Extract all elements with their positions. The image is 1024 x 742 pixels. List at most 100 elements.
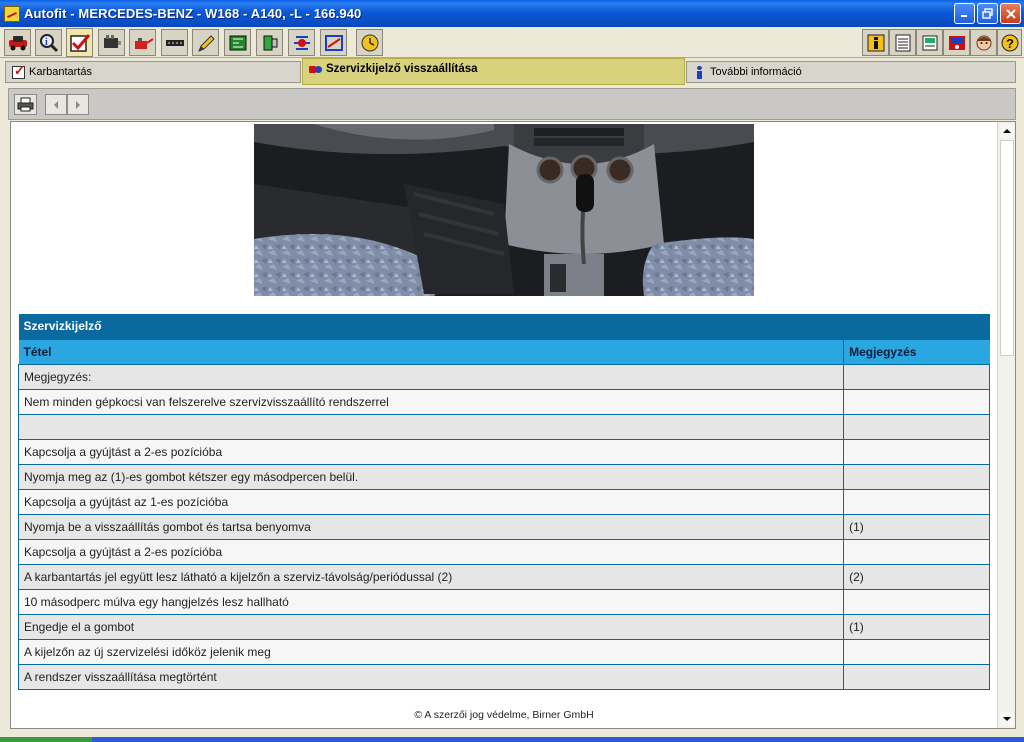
document-icon <box>922 35 937 50</box>
list-icon <box>895 34 910 51</box>
svg-text:?: ? <box>1006 36 1014 51</box>
belt-icon <box>165 39 184 46</box>
search-info-icon: i <box>39 33 58 52</box>
tab-label: Karbantartás <box>29 66 92 78</box>
back-button[interactable] <box>45 94 67 115</box>
row-note-cell <box>843 389 990 415</box>
document-button[interactable] <box>916 29 943 56</box>
car-icon <box>8 35 27 50</box>
info-icon <box>693 65 706 79</box>
row-note-cell <box>843 539 990 565</box>
table-header-row: Tétel Megjegyzés <box>18 338 990 365</box>
table-row: Kapcsolja a gyújtást az 1-es pozícióba <box>17 489 990 515</box>
row-item-cell: Engedje el a gombot <box>17 614 844 640</box>
close-button[interactable] <box>1000 3 1021 24</box>
assistant-button[interactable] <box>970 29 997 56</box>
pencil-icon <box>197 34 215 52</box>
search-info-button[interactable]: i <box>35 29 62 56</box>
reset-icon <box>309 63 322 76</box>
row-note-cell <box>843 414 990 440</box>
copyright-notice: © A szerzői jog védelme, Birner GmbH <box>414 709 594 721</box>
row-note-cell <box>843 664 990 690</box>
main-toolbar: i ? <box>0 27 1024 58</box>
service-table: Szervizkijelző Tétel Megjegyzés Megjegyz… <box>17 314 990 690</box>
electrical-button[interactable] <box>224 29 251 56</box>
checklist-icon <box>69 33 90 52</box>
engine-button[interactable] <box>98 29 125 56</box>
table-row: A kijelzőn az új szervizelési időköz jel… <box>17 639 990 665</box>
arrow-left-icon <box>54 100 58 109</box>
info-button[interactable] <box>862 29 889 56</box>
autofit-window: Autofit - MERCEDES-BENZ - W168 - A140, -… <box>0 0 1024 742</box>
row-item-cell: Nyomja be a visszaállítás gombot és tart… <box>17 514 844 540</box>
arrow-up-icon <box>1003 129 1011 133</box>
row-item-cell: A rendszer visszaállítása megtörtént <box>17 664 844 690</box>
adjustment-icon <box>293 35 310 50</box>
scroll-down-button[interactable] <box>1000 712 1014 726</box>
adjustment-button[interactable] <box>288 29 315 56</box>
table-row: Megjegyzés: <box>17 364 990 390</box>
table-title: Szervizkijelző <box>18 314 990 339</box>
vehicle-select-button[interactable] <box>4 29 31 56</box>
window-controls <box>954 3 1021 24</box>
oil-button[interactable] <box>129 29 156 56</box>
tab-label: További információ <box>710 66 802 78</box>
check-icon <box>12 63 25 79</box>
row-note-cell <box>843 464 990 490</box>
info-icon <box>867 34 884 51</box>
arrow-down-icon <box>1003 717 1011 721</box>
belt-button[interactable] <box>161 29 188 56</box>
row-note-cell <box>843 439 990 465</box>
row-item-cell: Kapcsolja a gyújtást a 2-es pozícióba <box>17 539 844 565</box>
close-icon <box>1005 8 1016 19</box>
app-icon <box>4 5 20 22</box>
arrow-right-icon <box>76 100 80 109</box>
scroll-thumb[interactable] <box>1000 140 1014 356</box>
tab-szervizkijelzo-visszaallitasa[interactable]: Szervizkijelző visszaállítása <box>302 58 685 85</box>
row-item-cell: Nyomja meg az (1)-es gombot kétszer egy … <box>17 464 844 490</box>
tab-karbantartas[interactable]: Karbantartás <box>5 61 301 83</box>
edit-button[interactable] <box>192 29 219 56</box>
forward-button[interactable] <box>67 94 89 115</box>
oil-can-icon <box>134 37 154 49</box>
vertical-scrollbar[interactable] <box>997 122 1015 728</box>
connector-icon <box>263 35 277 50</box>
time-button[interactable] <box>356 29 383 56</box>
scroll-up-button[interactable] <box>1000 124 1014 138</box>
clock-icon <box>361 34 378 51</box>
window-title: Autofit - MERCEDES-BENZ - W168 - A140, -… <box>24 6 362 21</box>
row-note-cell <box>843 489 990 515</box>
help-button[interactable]: ? <box>997 29 1022 56</box>
print-button[interactable] <box>14 94 37 115</box>
user-button[interactable] <box>943 29 970 56</box>
table-row: Kapcsolja a gyújtást a 2-es pozícióba <box>17 439 990 465</box>
circuit-icon <box>229 35 246 50</box>
car-interior-photo <box>254 124 754 296</box>
row-note-cell <box>843 589 990 615</box>
table-row: Nyomja meg az (1)-es gombot kétszer egy … <box>17 464 990 490</box>
table-row: A rendszer visszaállítása megtörtént <box>17 664 990 690</box>
row-note-cell <box>843 639 990 665</box>
alignment-button[interactable] <box>320 29 347 56</box>
row-note-cell: (1) <box>843 614 990 640</box>
printer-icon <box>17 97 34 112</box>
table-row <box>17 414 990 440</box>
row-note-cell: (2) <box>843 564 990 590</box>
svg-text:i: i <box>45 37 48 48</box>
table-row: Engedje el a gombot (1) <box>17 614 990 640</box>
engine-icon <box>103 34 121 48</box>
assistant-icon <box>976 35 991 50</box>
row-item-cell: Nem minden gépkocsi van felszerelve szer… <box>17 389 844 415</box>
title-bar: Autofit - MERCEDES-BENZ - W168 - A140, -… <box>0 0 1024 27</box>
tab-tovabbi-informacio[interactable]: További információ <box>686 61 1016 83</box>
row-item-cell: Kapcsolja a gyújtást a 2-es pozícióba <box>17 439 844 465</box>
table-row: A karbantartás jel együtt lesz látható a… <box>17 564 990 590</box>
alignment-icon <box>324 34 343 51</box>
start-button[interactable] <box>0 737 92 742</box>
connector-button[interactable] <box>256 29 283 56</box>
minimize-button[interactable] <box>954 3 975 24</box>
restore-button[interactable] <box>977 3 998 24</box>
list-button[interactable] <box>889 29 916 56</box>
maintenance-button[interactable] <box>66 28 93 57</box>
restore-icon <box>982 8 993 19</box>
